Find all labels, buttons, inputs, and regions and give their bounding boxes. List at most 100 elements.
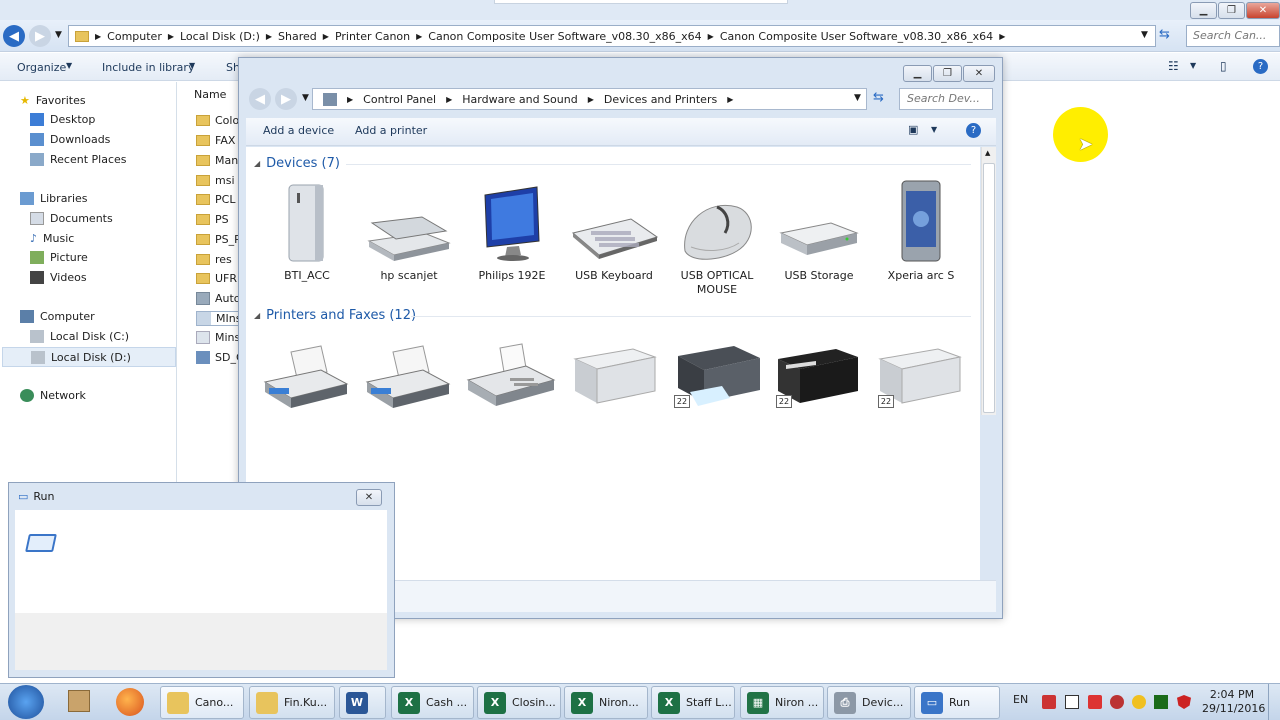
view-options-icon[interactable]: ☷ xyxy=(1168,59,1179,73)
list-item[interactable]: MIns xyxy=(196,311,240,326)
dp-breadcrumb[interactable]: ▶ Control Panel ▶ Hardware and Sound ▶ D… xyxy=(312,88,867,110)
run-close-button[interactable]: ✕ xyxy=(356,489,382,506)
dp-recent-icon[interactable]: ▼ xyxy=(302,93,309,103)
crumb-control-panel[interactable]: Control Panel xyxy=(363,93,436,106)
explorer-breadcrumb[interactable]: ▶ Computer ▶ Local Disk (D:) ▶ Shared ▶ … xyxy=(68,25,1156,47)
pinned-user-icon[interactable] xyxy=(68,690,90,712)
list-item[interactable]: PS xyxy=(196,213,229,226)
dp-help-icon[interactable]: ? xyxy=(966,123,981,138)
nav-picture[interactable]: Picture xyxy=(30,251,88,264)
tray-vnc-icon[interactable] xyxy=(1154,695,1168,709)
column-name-header[interactable]: Name xyxy=(194,88,226,101)
add-printer-button[interactable]: Add a printer xyxy=(355,124,427,137)
nav-computer[interactable]: Computer xyxy=(20,310,95,323)
nav-libraries[interactable]: Libraries xyxy=(20,192,88,205)
taskbar-item-cash[interactable]: X Cash ... xyxy=(391,686,474,719)
devices-section-header[interactable]: ◢ Devices (7) xyxy=(254,156,340,171)
device-hp-scanjet[interactable]: hp scanjet xyxy=(363,179,455,283)
help-icon[interactable]: ? xyxy=(1253,59,1268,74)
preview-pane-icon[interactable]: ▯ xyxy=(1220,59,1227,73)
list-item[interactable]: Auto xyxy=(196,292,240,305)
dp-forward-icon[interactable]: ▶ xyxy=(275,88,297,110)
view-dropdown-icon[interactable]: ▼ xyxy=(931,125,937,134)
nav-network[interactable]: Network xyxy=(20,389,86,402)
taskbar-item-staff[interactable]: X Staff L... xyxy=(651,686,735,719)
list-item[interactable]: UFRI xyxy=(196,272,240,285)
nav-documents[interactable]: Documents xyxy=(30,212,113,225)
maximize-button[interactable]: ❐ xyxy=(1218,2,1245,19)
nav-disk-c[interactable]: Local Disk (C:) xyxy=(30,330,129,343)
tray-shield-icon[interactable] xyxy=(1177,695,1191,709)
device-philips-monitor[interactable]: Philips 192E xyxy=(466,179,558,283)
crumb-printer-canon[interactable]: Printer Canon xyxy=(335,30,410,43)
printer-item[interactable]: 22 xyxy=(674,342,764,415)
show-desktop-button[interactable] xyxy=(1268,684,1280,720)
fax-item[interactable] xyxy=(466,342,556,415)
refresh-icon[interactable]: ⇆ xyxy=(1159,27,1170,42)
taskbar-item-run[interactable]: ▭ Run xyxy=(914,686,1000,719)
minimize-button[interactable]: ▁ xyxy=(1190,2,1217,19)
printers-section-header[interactable]: ◢ Printers and Faxes (12) xyxy=(254,308,416,323)
tray-media-icon[interactable] xyxy=(1110,695,1124,709)
list-item[interactable]: SD_C xyxy=(196,351,240,364)
recent-pages-icon[interactable]: ▼ xyxy=(55,30,62,40)
firefox-icon[interactable] xyxy=(116,688,144,716)
crumb-shared[interactable]: Shared xyxy=(278,30,317,43)
device-bti-acc[interactable]: BTI_ACC xyxy=(261,179,353,283)
add-device-button[interactable]: Add a device xyxy=(263,124,334,137)
clock[interactable]: 2:04 PM 29/11/2016 xyxy=(1202,688,1265,716)
nav-downloads[interactable]: Downloads xyxy=(30,133,110,146)
crumb-devices-printers[interactable]: Devices and Printers xyxy=(604,93,717,106)
taskbar-item-closing[interactable]: X Closin... xyxy=(477,686,561,719)
device-xperia-arc-s[interactable]: Xperia arc S xyxy=(875,179,967,283)
dp-minimize-button[interactable]: ▁ xyxy=(903,65,932,82)
taskbar-item-finku[interactable]: Fin.Ku... xyxy=(249,686,335,719)
forward-icon[interactable]: ▶ xyxy=(29,25,51,47)
start-button[interactable] xyxy=(8,685,44,719)
list-item[interactable]: Manu xyxy=(196,154,240,167)
address-dropdown-icon[interactable]: ▼ xyxy=(1141,30,1148,40)
list-item[interactable]: res xyxy=(196,253,232,266)
dp-scrollbar[interactable]: ▲ xyxy=(981,147,996,415)
language-indicator[interactable]: EN xyxy=(1013,693,1028,706)
device-usb-storage[interactable]: USB Storage xyxy=(773,179,865,283)
dp-search-input[interactable]: Search Dev... xyxy=(899,88,993,110)
dp-close-button[interactable]: ✕ xyxy=(963,65,995,82)
nav-favorites[interactable]: ★ Favorites xyxy=(20,94,86,107)
nav-desktop[interactable]: Desktop xyxy=(30,113,95,126)
crumb-disk[interactable]: Local Disk (D:) xyxy=(180,30,260,43)
printer-item[interactable]: 22 xyxy=(878,345,962,410)
crumb-canon-software-2[interactable]: Canon Composite User Software_v08.30_x86… xyxy=(720,30,993,43)
printer-item[interactable] xyxy=(573,345,657,410)
organize-dropdown-icon[interactable]: ▼ xyxy=(66,61,72,70)
printer-item[interactable]: 22 xyxy=(776,345,860,410)
list-item[interactable]: Colo xyxy=(196,114,239,127)
nav-recent[interactable]: Recent Places xyxy=(30,153,127,166)
taskbar-item-canon[interactable]: Cano... xyxy=(160,686,244,719)
crumb-hardware-sound[interactable]: Hardware and Sound xyxy=(462,93,577,106)
scroll-thumb[interactable] xyxy=(983,163,995,413)
nav-videos[interactable]: Videos xyxy=(30,271,87,284)
printer-item[interactable] xyxy=(363,342,453,415)
explorer-search-input[interactable]: Search Can... xyxy=(1186,25,1280,47)
crumb-computer[interactable]: Computer xyxy=(107,30,162,43)
list-item[interactable]: Mins xyxy=(196,331,240,344)
taskbar-item-devices[interactable]: ⎙ Devic... xyxy=(827,686,911,719)
close-button[interactable]: ✕ xyxy=(1246,2,1280,19)
tray-window-icon[interactable] xyxy=(1065,695,1079,709)
nav-music[interactable]: ♪ Music xyxy=(30,232,74,245)
printer-item[interactable] xyxy=(261,342,351,415)
back-icon[interactable]: ◀ xyxy=(3,25,25,47)
taskbar-item-niron-1[interactable]: X Niron... xyxy=(564,686,648,719)
device-usb-optical-mouse[interactable]: USB OPTICAL MOUSE xyxy=(671,179,763,297)
tray-app-icon[interactable] xyxy=(1042,695,1056,709)
organize-button[interactable]: Organize xyxy=(17,61,66,74)
dp-maximize-button[interactable]: ❐ xyxy=(933,65,962,82)
device-usb-keyboard[interactable]: USB Keyboard xyxy=(568,179,660,283)
crumb-canon-software-1[interactable]: Canon Composite User Software_v08.30_x86… xyxy=(428,30,701,43)
list-item[interactable]: PS_P xyxy=(196,233,240,246)
taskbar-item-word[interactable]: W xyxy=(339,686,386,719)
dp-refresh-icon[interactable]: ⇆ xyxy=(873,90,884,105)
list-item[interactable]: FAX xyxy=(196,134,235,147)
tray-security-icon[interactable] xyxy=(1088,695,1102,709)
